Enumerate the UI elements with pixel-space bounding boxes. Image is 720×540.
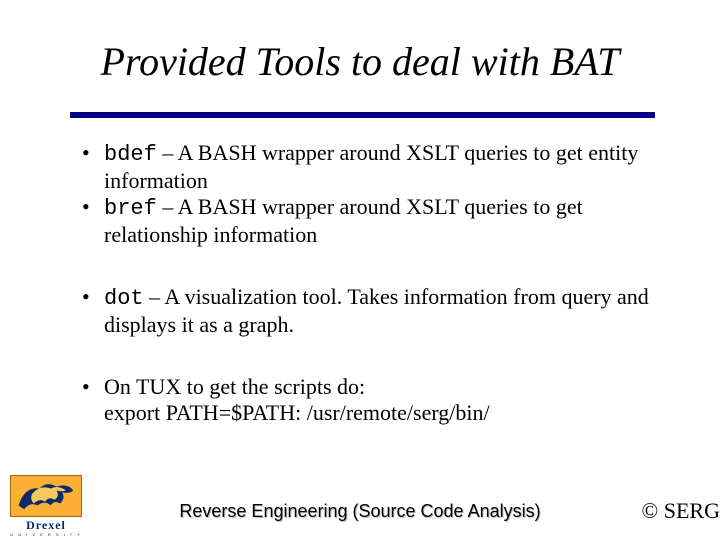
bullet-group-2: dot – A visualization tool. Takes inform… — [82, 284, 662, 338]
bullet-item: bdef – A BASH wrapper around XSLT querie… — [82, 140, 662, 194]
bullet-text: – A visualization tool. Takes informatio… — [104, 284, 649, 337]
bullet-group-3: On TUX to get the scripts do: export PAT… — [82, 374, 662, 426]
bullet-code: bref — [104, 196, 157, 221]
slide-title: Provided Tools to deal with BAT — [0, 38, 720, 85]
bullet-item: bref – A BASH wrapper around XSLT querie… — [82, 194, 662, 248]
slide-body: bdef – A BASH wrapper around XSLT querie… — [82, 140, 662, 426]
slide: Provided Tools to deal with BAT bdef – A… — [0, 0, 720, 540]
title-underline — [70, 112, 655, 118]
bullet-text: – A BASH wrapper around XSLT queries to … — [104, 140, 638, 193]
bullet-text: – A BASH wrapper around XSLT queries to … — [104, 194, 583, 247]
bullet-item: dot – A visualization tool. Takes inform… — [82, 284, 662, 338]
bullet-item: On TUX to get the scripts do: export PAT… — [82, 374, 662, 426]
bullet-text: On TUX to get the scripts do: — [104, 374, 365, 399]
bullet-text-line2: export PATH=$PATH: /usr/remote/serg/bin/ — [104, 400, 490, 425]
footer-right-text: © SERG — [642, 498, 720, 524]
bullet-code: bdef — [104, 142, 157, 167]
footer-center-text: Reverse Engineering (Source Code Analysi… — [0, 501, 720, 522]
bullet-group-1: bdef – A BASH wrapper around XSLT querie… — [82, 140, 662, 248]
drexel-logo-sub: U N I V E R S I T Y — [10, 532, 82, 537]
bullet-code: dot — [104, 286, 144, 311]
